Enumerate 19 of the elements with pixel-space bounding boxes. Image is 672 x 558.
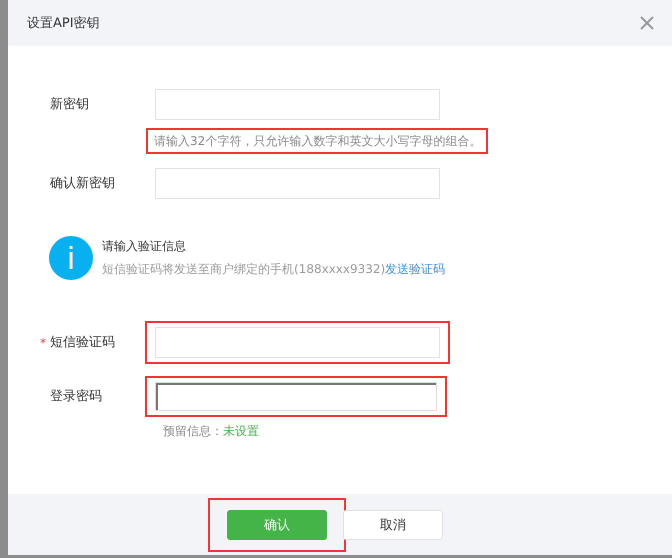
dialog-title: 设置API密钥 bbox=[27, 15, 100, 32]
input-field[interactable] bbox=[155, 168, 440, 199]
reserved-info: 预留信息：未设置 bbox=[163, 424, 259, 438]
info-icon bbox=[49, 236, 93, 280]
required-asterisk: * bbox=[40, 336, 46, 350]
notice-text: 短信验证码将发送至商户绑定的手机(188xxxx9332)发送验证码 bbox=[102, 261, 446, 278]
field-label: 新密钥 bbox=[50, 96, 89, 114]
input-field[interactable] bbox=[155, 382, 437, 411]
hint-text: 请输入32个字符，只允许输入数字和英文大小写字母的组合。 bbox=[146, 128, 488, 154]
confirm-button[interactable]: 确认 bbox=[227, 510, 327, 540]
input-field[interactable] bbox=[155, 327, 440, 358]
send-code-link[interactable]: 发送验证码 bbox=[385, 262, 446, 276]
close-icon[interactable] bbox=[639, 15, 655, 31]
input-field[interactable] bbox=[155, 89, 440, 120]
field-label: 短信验证码 bbox=[50, 334, 115, 352]
cancel-button[interactable]: 取消 bbox=[343, 510, 443, 540]
notice-title: 请输入验证信息 bbox=[102, 238, 187, 255]
field-label: 确认新密钥 bbox=[50, 174, 115, 192]
field-label: 登录密码 bbox=[50, 388, 102, 406]
